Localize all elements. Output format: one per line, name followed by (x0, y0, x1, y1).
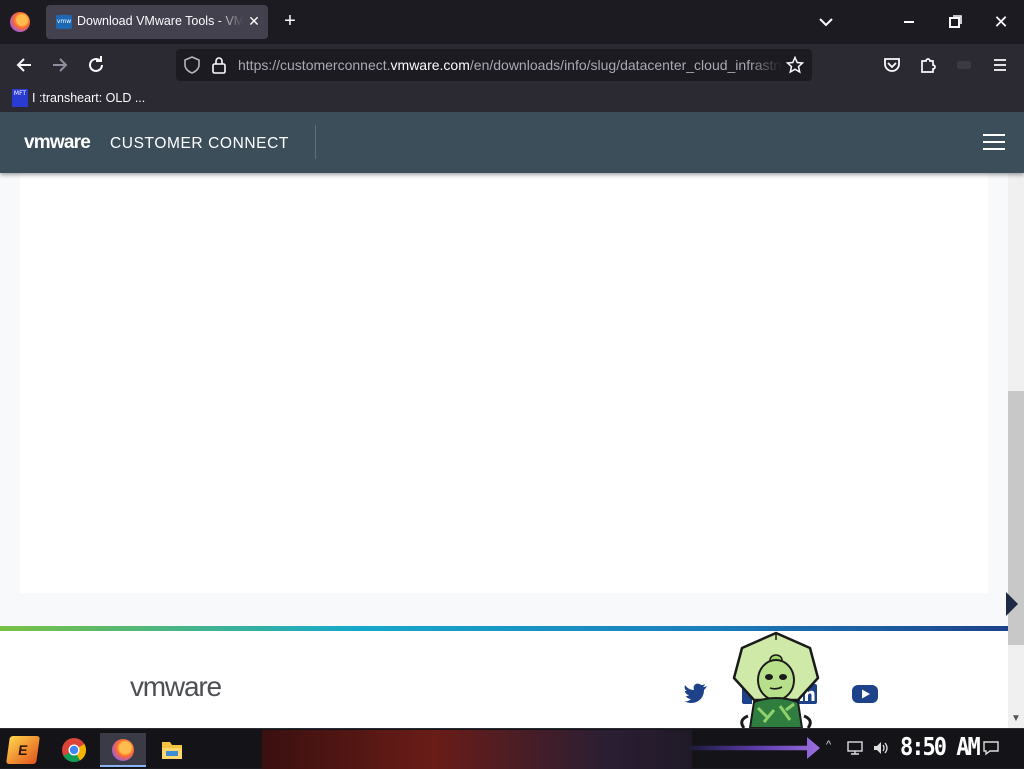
new-tab-button[interactable]: + (280, 11, 300, 31)
tab-close-icon[interactable]: ✕ (245, 12, 263, 30)
site-menu-icon[interactable] (983, 134, 1005, 152)
tracking-shield-icon[interactable] (184, 56, 200, 74)
window-minimize-button[interactable] (898, 12, 920, 32)
taskbar-firefox-active[interactable] (100, 733, 146, 767)
browser-tab-active[interactable]: vmw Download VMware Tools - VMware Custo… (46, 5, 268, 39)
pocket-icon[interactable] (878, 51, 906, 79)
volume-icon[interactable] (872, 740, 890, 756)
reload-icon[interactable] (82, 51, 110, 79)
browser-navigation-bar: https://customerconnect.vmware.com/en/do… (0, 44, 1024, 86)
notifications-icon[interactable] (982, 740, 1000, 756)
peridot-sticker-image (732, 631, 820, 728)
back-arrow-icon[interactable] (10, 51, 38, 79)
mouse-cursor (1006, 592, 1018, 616)
forward-arrow-icon[interactable] (46, 51, 74, 79)
url-text[interactable]: https://customerconnect.vmware.com/en/do… (238, 57, 782, 73)
extensions-puzzle-icon[interactable] (914, 51, 942, 79)
firefox-icon[interactable] (10, 12, 30, 32)
firefox-taskbar-icon (112, 739, 134, 761)
address-bar[interactable]: https://customerconnect.vmware.com/en/do… (176, 49, 812, 81)
taskbar-background-art (262, 730, 692, 769)
vmware-favicon-icon: vmw (56, 15, 72, 29)
product-name[interactable]: CUSTOMER CONNECT (110, 135, 289, 153)
bookmark-star-icon[interactable] (786, 56, 804, 74)
taskbar-decoration (690, 737, 820, 759)
tab-title: Download VMware Tools - VMware Customer … (77, 14, 243, 28)
network-icon[interactable] (846, 740, 864, 756)
vmware-logo[interactable]: vmware (24, 132, 91, 154)
bookmark-item[interactable]: I :transheart: OLD ... (32, 91, 145, 105)
start-menu-button[interactable]: E (6, 736, 40, 764)
chevron-down-icon[interactable] (816, 12, 836, 32)
content-panel (20, 173, 988, 593)
tray-overflow-chevron-icon[interactable]: ^ (826, 739, 838, 751)
lock-icon[interactable] (212, 56, 226, 74)
window-close-button[interactable]: ✕ (990, 11, 1012, 33)
window-restore-button[interactable] (944, 12, 966, 32)
file-explorer-icon[interactable] (152, 733, 192, 767)
twitter-icon[interactable] (683, 683, 709, 705)
menu-hamburger-icon[interactable] (986, 51, 1014, 79)
taskbar-clock[interactable]: 8:50 AM (900, 733, 981, 762)
site-header: vmware CUSTOMER CONNECT (0, 112, 1024, 173)
extension-icon[interactable] (950, 51, 978, 79)
web-page: vmware CUSTOMER CONNECT ▼ vmware (0, 112, 1024, 728)
scroll-down-arrow-icon[interactable]: ▼ (1008, 712, 1024, 726)
header-divider (315, 125, 316, 159)
footer-vmware-logo[interactable]: vmware (130, 671, 222, 703)
youtube-icon[interactable] (851, 683, 879, 705)
site-footer: vmware (0, 631, 1008, 728)
chrome-icon[interactable] (54, 733, 94, 767)
bookmarks-toolbar: MFT I :transheart: OLD ... (0, 86, 1024, 112)
os-taskbar: E ^ 8:50 AM (0, 728, 1024, 769)
browser-tab-bar: vmw Download VMware Tools - VMware Custo… (0, 0, 1024, 44)
bookmark-favicon-icon: MFT (12, 89, 28, 107)
